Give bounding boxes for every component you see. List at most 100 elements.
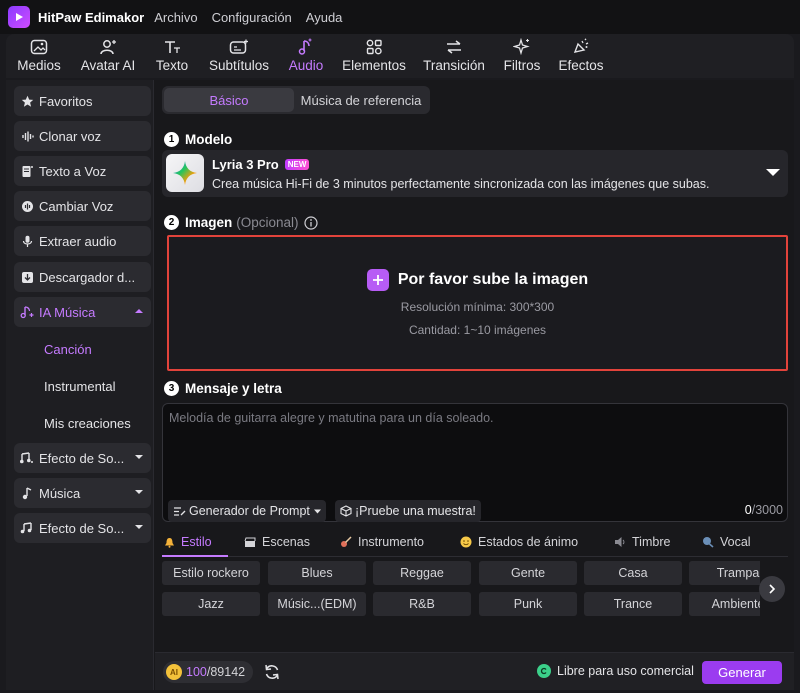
tag-reggae[interactable]: Reggae	[373, 561, 471, 585]
image-upload-area[interactable]: Por favor sube la imagen Resolución míni…	[167, 235, 788, 371]
chevron-down-icon	[313, 509, 321, 514]
document-icon	[20, 164, 34, 178]
optional-label: (Opcional)	[236, 215, 299, 230]
tool-efectos[interactable]: Efectos	[556, 34, 606, 78]
emoji-icon	[460, 536, 472, 548]
category-tabs: Estilo Escenas Instrumento Estados de án…	[162, 535, 788, 557]
sidebar-item-label: IA Música	[39, 304, 96, 320]
commercial-use-text: Libre para uso comercial	[557, 664, 694, 678]
sidebar-item-musica[interactable]: Música	[14, 478, 151, 508]
star-icon	[20, 94, 34, 108]
tag-edm[interactable]: Músic...(EDM)	[268, 592, 366, 616]
tool-texto[interactable]: Texto	[152, 34, 192, 78]
tag-jazz[interactable]: Jazz	[162, 592, 260, 616]
tool-avatar-ai[interactable]: Avatar AI	[78, 34, 138, 78]
bell-icon	[164, 537, 175, 548]
prompt-textarea[interactable]: Melodía de guitarra alegre y matutina pa…	[162, 403, 788, 522]
prompt-placeholder: Melodía de guitarra alegre y matutina pa…	[169, 411, 494, 425]
tab-instrumento[interactable]: Instrumento	[340, 535, 424, 549]
voice-wave-icon	[20, 129, 34, 143]
category-label: Escenas	[262, 535, 310, 549]
sidebar-sub-cancion[interactable]: Canción	[44, 342, 92, 357]
tag-estilo-rockero[interactable]: Estilo rockero	[162, 561, 260, 585]
tab-estilo[interactable]: Estilo	[164, 535, 212, 549]
sidebar-item-label: Clonar voz	[39, 128, 102, 144]
section-imagen: 2 Imagen (Opcional)	[164, 215, 318, 230]
tool-label: Filtros	[503, 58, 541, 73]
sidebar-item-label: Favoritos	[39, 93, 93, 109]
sidebar-item-label: Texto a Voz	[39, 163, 107, 179]
tab-escenas[interactable]: Escenas	[244, 535, 310, 549]
sidebar-item-extraer-audio[interactable]: Extraer audio	[14, 226, 151, 256]
section-modelo: 1 Modelo	[164, 132, 232, 147]
music-note-icon	[20, 486, 34, 500]
upload-title: Por favor sube la imagen	[169, 269, 786, 291]
tag-rnb[interactable]: R&B	[373, 592, 471, 616]
speaker-icon	[614, 536, 626, 548]
sidebar-item-ia-musica[interactable]: IA Música	[14, 297, 151, 327]
prompt-generator-button[interactable]: Generador de Prompt	[168, 500, 326, 522]
subtitles-icon	[229, 36, 249, 58]
tab-timbre[interactable]: Timbre	[614, 535, 670, 549]
footer-bar: AI 100 /89142 Libre para uso comercial G…	[155, 652, 794, 690]
try-sample-label: ¡Pruebe una muestra!	[355, 504, 476, 518]
tag-trance[interactable]: Trance	[584, 592, 682, 616]
chevron-down-icon	[135, 489, 143, 495]
sidebar-item-favoritos[interactable]: Favoritos	[14, 86, 151, 116]
sidebar-item-cambiar-voz[interactable]: Cambiar Voz	[14, 191, 151, 221]
microphone-icon	[20, 234, 34, 248]
prompt-generator-label: Generador de Prompt	[189, 504, 310, 518]
tag-blues[interactable]: Blues	[268, 561, 366, 585]
plus-icon	[366, 269, 389, 291]
refresh-icon[interactable]	[263, 663, 281, 681]
music-notes-icon	[20, 521, 34, 535]
tool-medios[interactable]: Medios	[16, 34, 62, 78]
sidebar-item-texto-a-voz[interactable]: Texto a Voz	[14, 156, 151, 186]
tool-audio[interactable]: Audio	[286, 34, 326, 78]
tool-label: Medios	[17, 58, 61, 73]
model-name: Lyria 3 Pro NEW	[212, 157, 310, 172]
ai-music-icon	[20, 305, 34, 319]
chevron-down-icon[interactable]	[766, 168, 780, 177]
tool-subtitulos[interactable]: Subtítulos	[206, 34, 272, 78]
tool-transicion[interactable]: Transición	[422, 34, 486, 78]
upload-quantity: Cantidad: 1~10 imágenes	[408, 323, 547, 337]
generate-button[interactable]: Generar	[702, 661, 782, 684]
tag-casa[interactable]: Casa	[584, 561, 682, 585]
sidebar-item-clonar-voz[interactable]: Clonar voz	[14, 121, 151, 151]
tag-trampa[interactable]: Trampa	[689, 561, 760, 585]
section-title-text: Mensaje y letra	[185, 381, 282, 396]
tab-basico[interactable]: Básico	[164, 88, 294, 112]
sidebar-item-efecto-sonido-2[interactable]: Efecto de So...	[14, 513, 151, 543]
try-sample-button[interactable]: ¡Pruebe una muestra!	[335, 500, 481, 522]
menu-archivo[interactable]: Archivo	[154, 10, 197, 25]
tag-punk[interactable]: Punk	[479, 592, 577, 616]
sidebar-sub-mis-creaciones[interactable]: Mis creaciones	[44, 416, 131, 431]
tag-gente[interactable]: Gente	[479, 561, 577, 585]
sidebar-item-label: Cambiar Voz	[39, 198, 114, 214]
chevron-right-icon[interactable]	[759, 576, 785, 602]
sidebar-item-label: Efecto de So...	[39, 450, 125, 466]
sidebar-item-label: Música	[39, 485, 81, 501]
char-count: 0	[744, 503, 752, 517]
tool-filtros[interactable]: Filtros	[500, 34, 544, 78]
avatar-icon	[99, 36, 117, 58]
tool-elementos[interactable]: Elementos	[342, 34, 406, 78]
copyright-icon	[537, 664, 551, 678]
tab-vocal[interactable]: Vocal	[702, 535, 751, 549]
sidebar-item-descargador[interactable]: Descargador d...	[14, 262, 151, 292]
sidebar-item-label: Efecto de So...	[39, 520, 125, 536]
tab-estados-animo[interactable]: Estados de ánimo	[460, 535, 578, 549]
menu-configuracion[interactable]: Configuración	[212, 10, 292, 25]
menu-ayuda[interactable]: Ayuda	[306, 10, 343, 25]
tag-ambiente[interactable]: Ambiente	[689, 592, 760, 616]
sidebar-sub-instrumental[interactable]: Instrumental	[44, 379, 116, 394]
category-label: Instrumento	[358, 535, 425, 549]
sidebar-item-efecto-sonido-1[interactable]: Efecto de So...	[14, 443, 151, 473]
credits-badge: AI 100 /89142	[163, 661, 254, 683]
tab-musica-referencia[interactable]: Música de referencia	[296, 88, 426, 112]
sidebar: Favoritos Clonar voz Texto a Voz Cambiar…	[6, 80, 154, 690]
info-icon[interactable]	[303, 215, 318, 230]
model-selector[interactable]: Lyria 3 Pro NEW Crea música Hi-Fi de 3 m…	[162, 150, 788, 197]
step-number-2-icon: 2	[164, 215, 179, 230]
